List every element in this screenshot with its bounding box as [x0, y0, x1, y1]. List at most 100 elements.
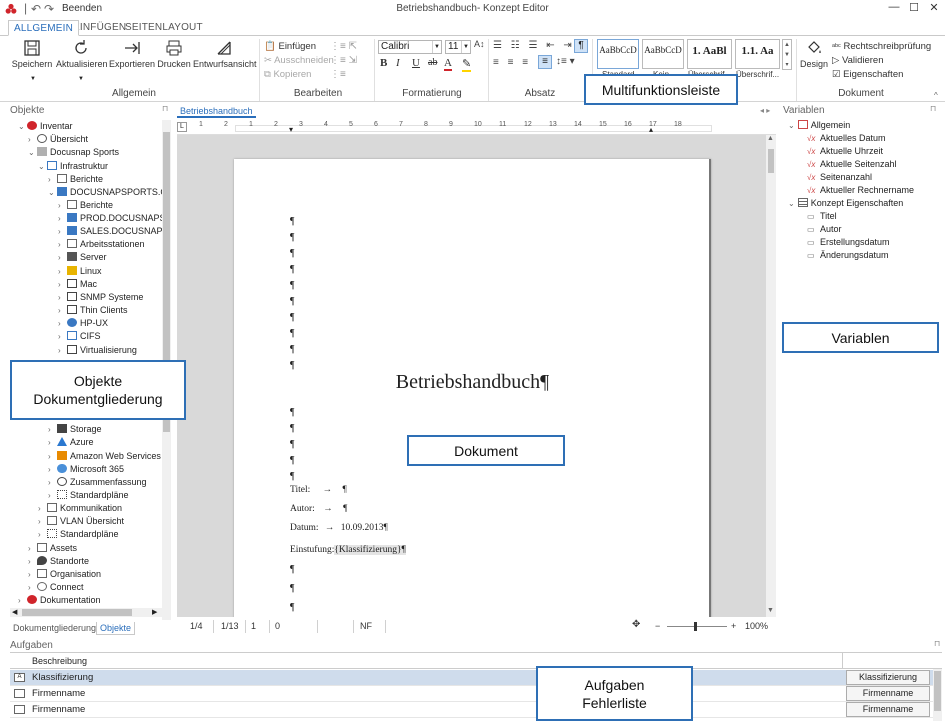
tree-item[interactable]: › Berichte	[48, 173, 103, 186]
tree-item[interactable]: › PROD.DOCUSNAPSPORTS	[58, 212, 162, 225]
empty-paragraph[interactable]: ¶	[290, 232, 295, 243]
tree-item[interactable]: › HP-UX	[58, 317, 108, 330]
chevron-right-icon[interactable]: ›	[58, 304, 67, 317]
tree-item[interactable]: › Dokumentation	[18, 594, 101, 607]
tree-item[interactable]: › VLAN Übersicht	[38, 515, 124, 528]
zoom-slider-thumb[interactable]	[694, 622, 697, 631]
chevron-right-icon[interactable]: ›	[58, 344, 67, 357]
print-button[interactable]: Drucken	[156, 39, 192, 69]
highlight-icon[interactable]: ✎	[462, 57, 472, 72]
chevron-right-icon[interactable]: ›	[58, 225, 67, 238]
zoom-slider[interactable]	[667, 626, 727, 627]
tree-item[interactable]: ⌄ Inventar	[18, 120, 73, 133]
table-row[interactable]: Firmenname Firmenname	[10, 686, 942, 702]
list-format-icons[interactable]: ⋮≡ ⇱ ⋮≡ ⇲ ⋮≡	[330, 40, 357, 82]
chevron-down-icon[interactable]: ⌄	[18, 120, 27, 133]
variable-item[interactable]: √x Aktueller Rechnername	[807, 185, 914, 195]
tree-item[interactable]: ⌄ Infrastruktur	[38, 160, 108, 173]
variable-item[interactable]: ▭ Änderungsdatum	[807, 250, 889, 260]
tree-item[interactable]: › Virtualisierung	[58, 344, 137, 357]
refresh-dropdown-icon[interactable]: ▼	[78, 76, 84, 82]
save-dropdown-icon[interactable]: ▼	[30, 76, 36, 82]
variable-item[interactable]: √x Aktuelle Uhrzeit	[807, 146, 883, 156]
tree-item[interactable]: › Amazon Web Services	[48, 450, 161, 463]
tree-item[interactable]: › SALES.DOCUSNAPSPORTS	[58, 225, 162, 238]
empty-paragraph[interactable]: ¶	[290, 455, 295, 466]
tree-item[interactable]: › Standardpläne	[48, 489, 129, 502]
empty-paragraph[interactable]: ¶	[290, 248, 295, 259]
spellcheck-button[interactable]: ᵃᵇᶜ Rechtschreibprüfung	[832, 41, 931, 52]
tab-stop-selector-icon[interactable]: L	[177, 122, 187, 132]
tree-item[interactable]: › Connect	[28, 581, 84, 594]
tree-item[interactable]: › Azure	[48, 436, 94, 449]
chevron-down-icon[interactable]: ⌄	[48, 186, 57, 199]
empty-paragraph[interactable]: ¶	[290, 280, 295, 291]
empty-paragraph[interactable]: ¶	[290, 344, 295, 355]
tree-item[interactable]: › Linux	[58, 265, 102, 278]
chevron-right-icon[interactable]: ›	[58, 265, 67, 278]
indent-marker-icon[interactable]: ▾	[289, 125, 293, 134]
tree-item[interactable]: › Assets	[28, 542, 77, 555]
document-page[interactable]: ¶ ¶ ¶ ¶ ¶ ¶ ¶ ¶ ¶ ¶ Betriebshandbuch¶ ¶ ¶ ¶ ¶ ¶ Titel…	[234, 159, 711, 617]
chevron-right-icon[interactable]: ›	[58, 278, 67, 291]
chevron-right-icon[interactable]: ›	[48, 436, 57, 449]
chevron-right-icon[interactable]: ›	[38, 502, 47, 515]
right-indent-marker-icon[interactable]: ▴	[649, 125, 653, 134]
empty-paragraph[interactable]: ¶	[290, 602, 295, 613]
title-line[interactable]: Titel: → ¶	[290, 485, 347, 495]
font-family-select[interactable]: Calibri ▼	[378, 40, 442, 54]
empty-paragraph[interactable]: ¶	[290, 312, 295, 323]
chevron-right-icon[interactable]: ›	[58, 291, 67, 304]
tree-item[interactable]: › Organisation	[28, 568, 101, 581]
chevron-right-icon[interactable]: ›	[28, 568, 37, 581]
tree-item[interactable]: ⌄ Docusnap Sports	[28, 146, 119, 159]
show-formatting-marks-icon[interactable]: ¶	[574, 39, 588, 53]
export-button[interactable]: Exportieren	[108, 39, 156, 69]
font-color-icon[interactable]: A	[444, 57, 452, 71]
underline-icon[interactable]: U	[412, 57, 420, 69]
variable-item[interactable]: ▭ Autor	[807, 224, 842, 234]
tree-item[interactable]: › Server	[58, 251, 107, 264]
style-heading-1[interactable]: 1. AaBl	[687, 39, 732, 69]
classification-field[interactable]: {Klassifizierung}¶	[334, 545, 406, 555]
classification-line[interactable]: Einstufung:{Klassifizierung}¶	[290, 545, 406, 555]
save-button[interactable]: Speichern	[10, 39, 54, 69]
chevron-right-icon[interactable]: ›	[58, 212, 67, 225]
chevron-right-icon[interactable]: ›	[48, 173, 57, 186]
tree-item[interactable]: › Microsoft 365	[48, 463, 124, 476]
copy-button[interactable]: ⧉ Kopieren	[264, 69, 311, 80]
empty-paragraph[interactable]: ¶	[290, 564, 295, 575]
tree-item[interactable]: › Thin Clients	[58, 304, 128, 317]
task-action-button[interactable]: Firmenname	[846, 686, 930, 701]
chevron-right-icon[interactable]: ›	[18, 594, 27, 607]
date-line[interactable]: Datum: → 10.09.2013¶	[290, 523, 388, 533]
cut-button[interactable]: ✂ Ausschneiden	[264, 55, 334, 66]
font-size-select[interactable]: 11 ▼	[445, 40, 471, 54]
pin-icon[interactable]: ⊓	[934, 639, 940, 648]
empty-paragraph[interactable]: ¶	[290, 296, 295, 307]
chevron-right-icon[interactable]: ›	[28, 542, 37, 555]
paste-button[interactable]: 📋 Einfügen	[264, 41, 316, 52]
collapse-ribbon-icon[interactable]: ^	[934, 91, 938, 100]
tab-allgemein[interactable]: ALLGEMEIN	[8, 20, 80, 36]
empty-paragraph[interactable]: ¶	[290, 264, 295, 275]
tree-item[interactable]: › Storage	[48, 423, 102, 436]
design-button[interactable]: Design	[800, 39, 828, 69]
chevron-right-icon[interactable]: ›	[28, 133, 37, 146]
chevron-right-icon[interactable]: ›	[48, 423, 57, 436]
line-spacing-icon[interactable]: ↕≡ ▾	[556, 56, 575, 67]
chevron-right-icon[interactable]: ›	[28, 555, 37, 568]
tasks-scrollbar[interactable]	[933, 669, 942, 721]
chevron-down-icon[interactable]: ⌄	[788, 121, 795, 130]
empty-paragraph[interactable]: ¶	[290, 216, 295, 227]
tree-item[interactable]: › Berichte	[58, 199, 113, 212]
chevron-right-icon[interactable]: ›	[38, 528, 47, 541]
variable-item[interactable]: √x Aktuelle Seitenzahl	[807, 159, 897, 169]
scroll-down-icon[interactable]: ▼	[767, 607, 774, 614]
tree-item[interactable]: ⌄ DOCUSNAPSPORTS.COM	[48, 186, 162, 199]
variable-item[interactable]: √x Aktuelles Datum	[807, 133, 886, 143]
scroll-up-icon[interactable]: ▲	[767, 135, 774, 142]
task-action-button[interactable]: Firmenname	[846, 702, 930, 717]
chevron-right-icon[interactable]: ›	[28, 581, 37, 594]
pin-icon[interactable]: ⊓	[930, 104, 936, 113]
